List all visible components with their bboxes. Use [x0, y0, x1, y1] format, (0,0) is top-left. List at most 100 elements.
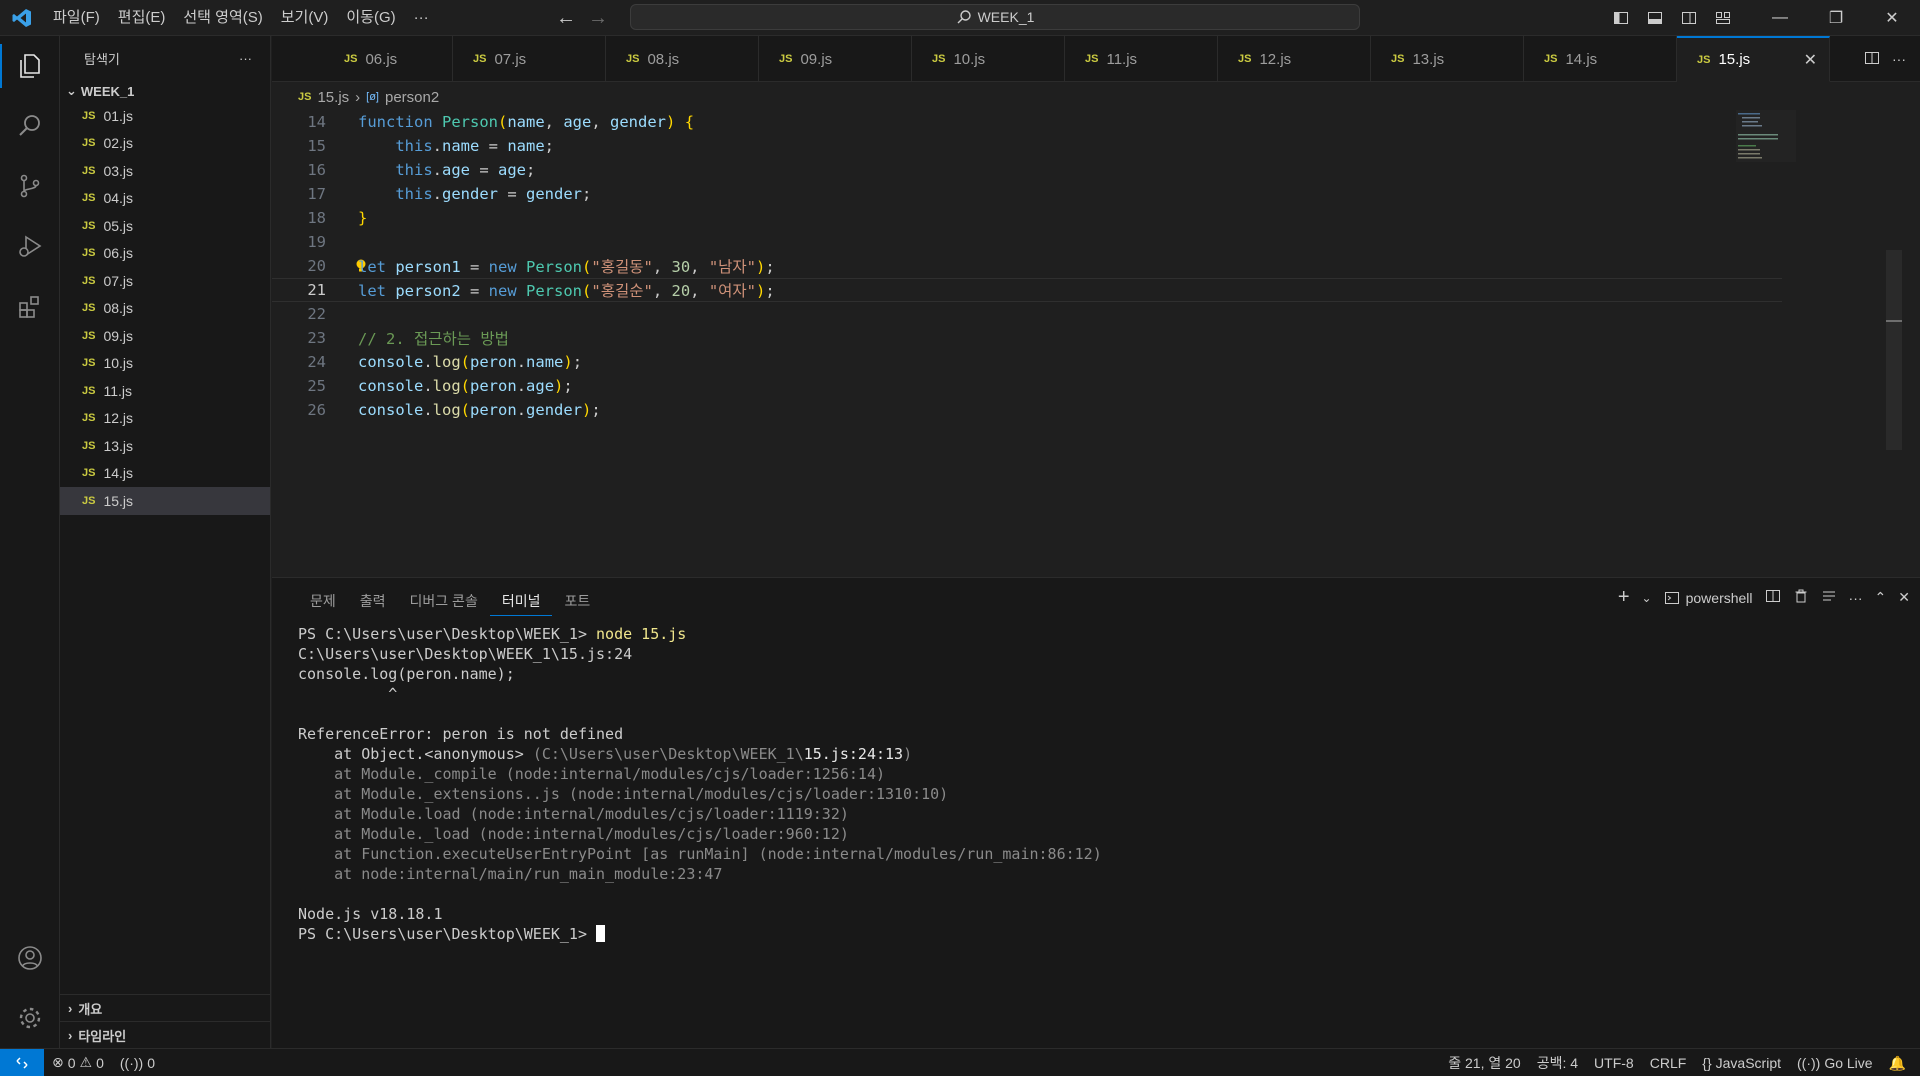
file-item[interactable]: JS 05.js — [60, 212, 270, 240]
breadcrumb-file[interactable]: 15.js — [317, 89, 349, 106]
tab-15-js[interactable]: JS 15.js ✕ — [1677, 36, 1830, 82]
terminal-line: at node:internal/main/run_main_module:23… — [298, 865, 723, 883]
clear-lines-icon[interactable] — [1821, 588, 1837, 607]
tab-09-js[interactable]: JS 09.js — [759, 36, 912, 82]
back-arrow-icon[interactable]: ← — [556, 7, 576, 30]
language-mode[interactable]: {} JavaScript — [1694, 1055, 1789, 1071]
file-item[interactable]: JS 09.js — [60, 322, 270, 350]
chevron-down-icon[interactable]: ⌄ — [1642, 591, 1652, 605]
js-file-icon: JS — [82, 274, 96, 287]
tab-10-js[interactable]: JS 10.js — [912, 36, 1065, 82]
outline-section[interactable]: › 개요 — [60, 994, 271, 1021]
file-item[interactable]: JS 01.js — [60, 102, 270, 130]
minimap[interactable] — [1736, 110, 1796, 170]
more-actions-icon[interactable]: ··· — [1849, 590, 1863, 606]
close-window-icon[interactable]: ✕ — [1864, 0, 1920, 36]
breadcrumb-symbol[interactable]: person2 — [385, 89, 439, 106]
menu-selection[interactable]: 선택 영역(S) — [174, 0, 271, 36]
file-item[interactable]: JS 13.js — [60, 432, 270, 460]
file-item[interactable]: JS 10.js — [60, 350, 270, 378]
close-tab-icon[interactable]: ✕ — [1804, 50, 1817, 70]
close-panel-icon[interactable]: ✕ — [1898, 589, 1910, 606]
file-item[interactable]: JS 15.js — [60, 487, 270, 515]
tab-12-js[interactable]: JS 12.js — [1218, 36, 1371, 82]
go-live-button[interactable]: ((·)) Go Live — [1789, 1055, 1881, 1071]
extensions-icon[interactable] — [0, 276, 60, 336]
split-terminal-icon[interactable] — [1765, 588, 1781, 607]
menu-edit[interactable]: 편집(E) — [109, 0, 175, 36]
source-control-icon[interactable] — [0, 156, 60, 216]
more-actions-icon[interactable]: ··· — [239, 51, 252, 66]
tab-terminal[interactable]: 터미널 — [489, 588, 553, 616]
tab-label: 07.js — [494, 50, 527, 68]
run-debug-icon[interactable] — [0, 216, 60, 276]
editor-scrollbar[interactable] — [1886, 250, 1902, 450]
timeline-section[interactable]: › 타임라인 — [60, 1021, 271, 1048]
file-item[interactable]: JS 06.js — [60, 240, 270, 268]
file-item[interactable]: JS 08.js — [60, 295, 270, 323]
code-editor[interactable]: 14 function Person(name, age, gender) { … — [272, 110, 1902, 576]
accounts-icon[interactable] — [0, 928, 60, 988]
tab-14-js[interactable]: JS 14.js — [1524, 36, 1677, 82]
notifications-bell-icon[interactable]: 🔔 — [1881, 1055, 1920, 1072]
indentation[interactable]: 공백: 4 — [1529, 1053, 1586, 1073]
file-label: 12.js — [103, 410, 134, 427]
file-item[interactable]: JS 03.js — [60, 157, 270, 185]
sidebar-header: 탐색기 ··· — [60, 36, 270, 80]
toggle-secondary-sidebar-icon[interactable] — [1672, 0, 1706, 36]
explorer-sidebar: 탐색기 ··· ⌄ WEEK_1 JS 01.js JS 02.js JS 03.js JS… — [60, 36, 271, 1048]
tab-11-js[interactable]: JS 11.js — [1065, 36, 1218, 82]
tab-06-js[interactable]: JS 06.js — [324, 36, 453, 82]
restore-icon[interactable]: ❐ — [1808, 0, 1864, 36]
file-item[interactable]: JS 11.js — [60, 377, 270, 405]
folder-week1[interactable]: ⌄ WEEK_1 — [60, 80, 270, 102]
encoding[interactable]: UTF-8 — [1586, 1055, 1642, 1071]
tab-debug-console[interactable]: 디버그 콘솔 — [398, 588, 490, 616]
more-actions-icon[interactable]: ··· — [1892, 51, 1906, 67]
file-item[interactable]: JS 07.js — [60, 267, 270, 295]
toggle-panel-icon[interactable] — [1638, 0, 1672, 36]
remote-indicator-icon[interactable] — [0, 1048, 44, 1076]
tab-problems[interactable]: 문제 — [298, 588, 348, 616]
tab-ports[interactable]: 포트 — [552, 588, 602, 616]
customize-layout-icon[interactable] — [1706, 0, 1740, 36]
search-icon[interactable] — [0, 96, 60, 156]
menu-more[interactable]: ··· — [405, 0, 438, 36]
cursor-position[interactable]: 줄 21, 열 20 — [1440, 1053, 1528, 1073]
code-line: 14 function Person(name, age, gender) { — [272, 110, 1782, 134]
js-file-icon: JS — [82, 494, 96, 507]
file-item[interactable]: JS 12.js — [60, 405, 270, 433]
ports-status[interactable]: ((·)) 0 — [112, 1055, 163, 1071]
toggle-primary-sidebar-icon[interactable] — [1604, 0, 1638, 36]
file-label: 10.js — [103, 355, 134, 372]
variable-symbol-icon: [ø] — [366, 91, 379, 103]
terminal-shell[interactable]: powershell — [1664, 590, 1753, 606]
new-terminal-icon[interactable]: + — [1618, 586, 1630, 609]
tab-output[interactable]: 출력 — [348, 588, 398, 616]
file-item[interactable]: JS 02.js — [60, 130, 270, 158]
line-ending[interactable]: CRLF — [1642, 1055, 1695, 1071]
editor-tabs: JS 06.js JS 07.js JS 08.js JS 09.js JS 10.js JS 11.… — [272, 36, 1920, 82]
menu-file[interactable]: 파일(F) — [44, 0, 109, 36]
menu-view[interactable]: 보기(V) — [272, 0, 338, 36]
tab-13-js[interactable]: JS 13.js — [1371, 36, 1524, 82]
maximize-panel-icon[interactable]: ⌃ — [1875, 589, 1887, 606]
tab-08-js[interactable]: JS 08.js — [606, 36, 759, 82]
file-item[interactable]: JS 14.js — [60, 460, 270, 488]
line-number: 15 — [307, 137, 326, 155]
minimize-icon[interactable]: — — [1752, 0, 1808, 36]
command-center-search[interactable]: WEEK_1 — [630, 4, 1360, 30]
settings-gear-icon[interactable] — [0, 988, 60, 1048]
trash-icon[interactable] — [1793, 588, 1809, 607]
file-item[interactable]: JS 04.js — [60, 185, 270, 213]
sidebar-title: 탐색기 — [84, 51, 120, 67]
tab-07-js[interactable]: JS 07.js — [453, 36, 606, 82]
menu-go[interactable]: 이동(G) — [337, 0, 404, 36]
split-editor-icon[interactable] — [1864, 50, 1880, 69]
explorer-icon[interactable] — [0, 36, 60, 96]
forward-arrow-icon[interactable]: → — [588, 7, 608, 30]
terminal-output[interactable]: PS C:\Users\user\Desktop\WEEK_1> node 15… — [298, 624, 1102, 944]
file-label: 06.js — [103, 245, 134, 262]
terminal-line: PS C:\Users\user\Desktop\WEEK_1> node 15… — [298, 625, 687, 643]
problems-status[interactable]: ⊗ 0 ⚠ 0 — [44, 1054, 112, 1071]
